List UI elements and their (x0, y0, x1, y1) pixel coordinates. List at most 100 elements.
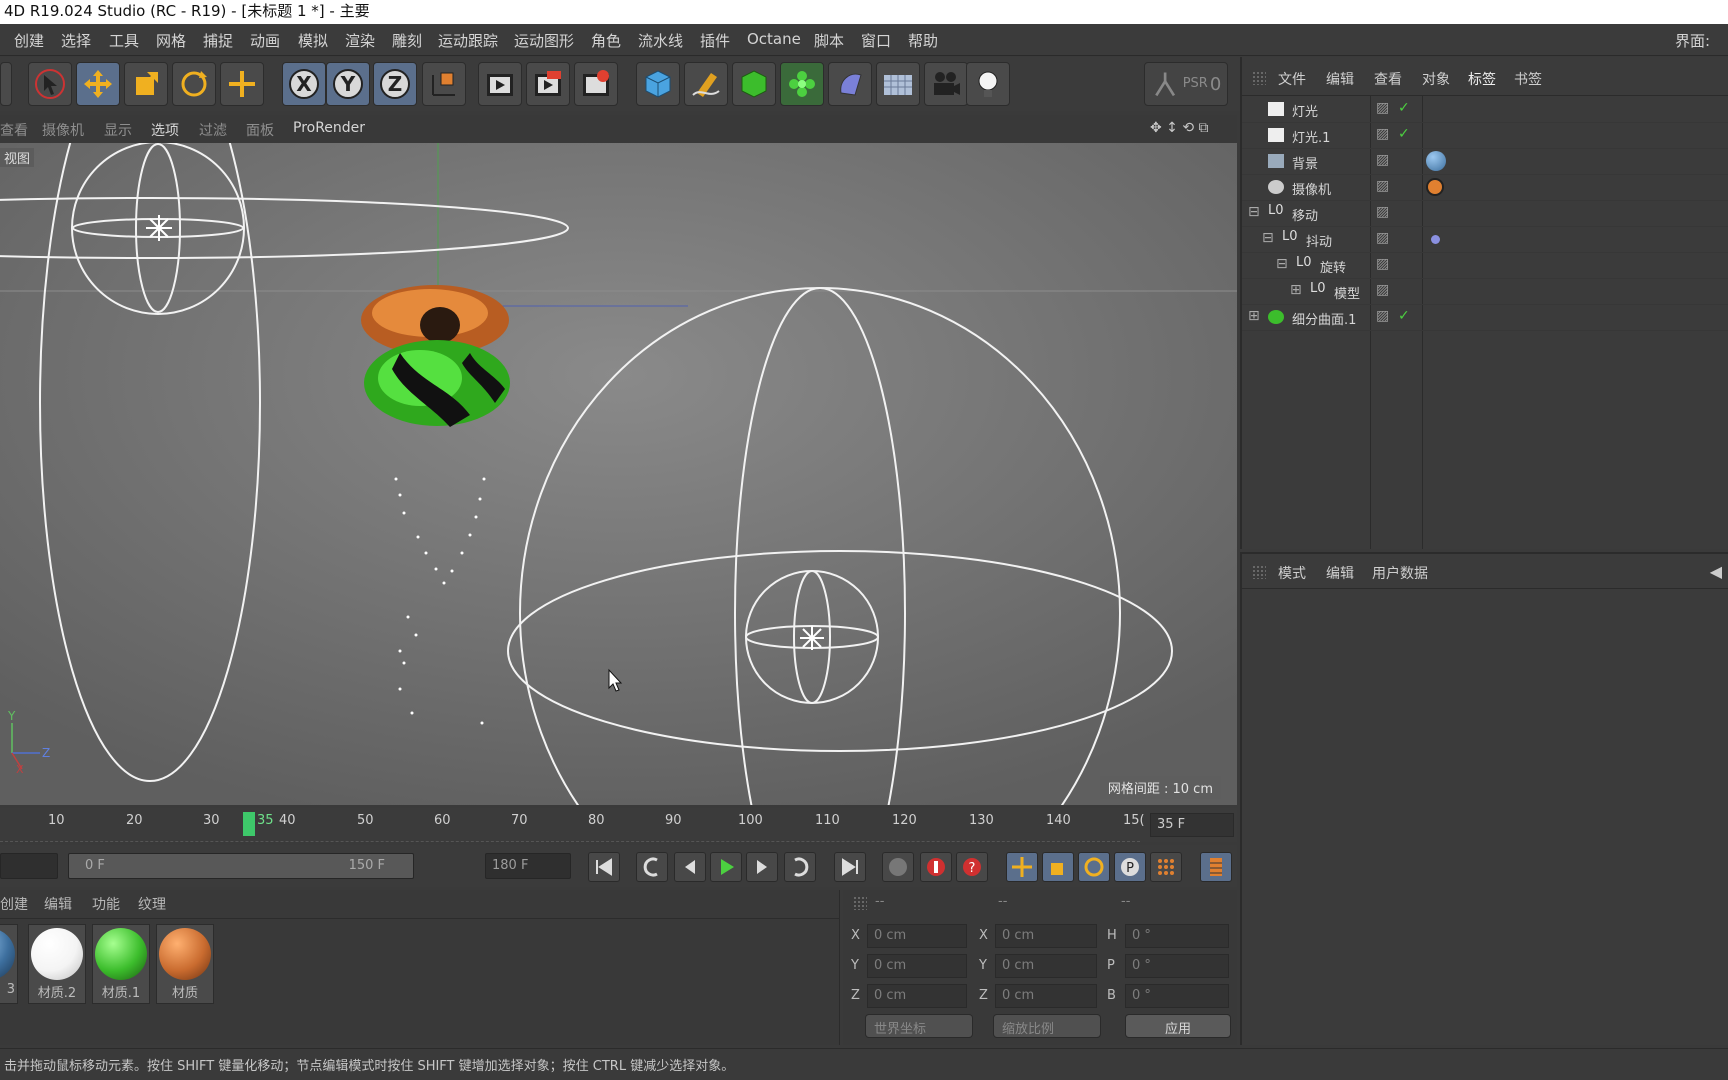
menu-render[interactable]: 渲染 (345, 30, 375, 51)
render-settings-icon[interactable] (574, 62, 618, 106)
light-icon[interactable] (966, 62, 1010, 106)
3d-viewport[interactable]: Y Z X 视图 网格间距 : 10 cm (0, 143, 1237, 805)
menu-script[interactable]: 脚本 (814, 30, 844, 51)
layout-label[interactable]: 界面: (1675, 30, 1710, 51)
expand-icon[interactable]: ⊞ (1290, 282, 1302, 298)
viewport-menu-filter[interactable]: 过滤 (199, 120, 227, 140)
material-tag-icon[interactable] (1426, 151, 1446, 171)
protection-tag-icon[interactable] (1426, 178, 1444, 196)
position-y-field[interactable]: 0 cm (867, 954, 967, 978)
previous-frame-button[interactable] (674, 852, 706, 882)
edit-visibility-icon[interactable]: ▨ (1376, 256, 1389, 272)
viewport-menu-prorender[interactable]: ProRender (293, 120, 365, 136)
edit-visibility-icon[interactable]: ▨ (1376, 308, 1389, 324)
go-to-start-button[interactable] (588, 852, 620, 882)
object-row[interactable]: ⊟ L0 移动 ▨ (1242, 201, 1728, 227)
material-swatch[interactable]: 材质 (156, 924, 214, 1004)
enabled-check-icon[interactable]: ✓ (1398, 126, 1410, 142)
menu-animate[interactable]: 动画 (250, 30, 280, 51)
object-tab-objects[interactable]: 对象 (1422, 69, 1450, 89)
edit-visibility-icon[interactable]: ▨ (1376, 126, 1389, 142)
object-row[interactable]: ⊟ L0 旋转 ▨ (1242, 253, 1728, 279)
attribute-tab-user-data[interactable]: 用户数据 (1372, 563, 1428, 583)
go-to-end-button[interactable] (834, 852, 866, 882)
viewport-menu-panel[interactable]: 面板 (246, 120, 274, 140)
object-tab-tags[interactable]: 标签 (1468, 69, 1496, 89)
edit-visibility-icon[interactable]: ▨ (1376, 204, 1389, 220)
object-row[interactable]: 背景 ▨ (1242, 149, 1728, 175)
current-frame-field[interactable]: 35 F (1150, 813, 1234, 837)
render-picture-viewer-icon[interactable] (526, 62, 570, 106)
material-swatch[interactable]: 材质.2 (28, 924, 86, 1004)
attribute-tab-mode[interactable]: 模式 (1278, 563, 1306, 583)
key-position-button[interactable] (1006, 852, 1038, 882)
object-row[interactable]: 灯光 ▨ ✓ (1242, 97, 1728, 123)
collapse-icon[interactable]: ⊟ (1248, 204, 1260, 220)
render-view-icon[interactable] (478, 62, 522, 106)
object-tab-view[interactable]: 查看 (1374, 69, 1402, 89)
material-tab-create[interactable]: 创建 (0, 894, 28, 914)
panel-grip-icon[interactable] (1252, 71, 1266, 85)
menu-sculpt[interactable]: 雕刻 (392, 30, 422, 51)
playhead-marker[interactable] (243, 812, 255, 836)
key-point-level-button[interactable] (1150, 852, 1182, 882)
object-tab-bookmarks[interactable]: 书签 (1514, 69, 1542, 89)
size-y-field[interactable]: 0 cm (995, 954, 1097, 978)
floor-icon[interactable] (876, 62, 920, 106)
rotate-icon[interactable] (172, 62, 216, 106)
timeline-ruler[interactable]: 10 20 30 40 50 60 70 80 90 100 110 120 1… (0, 808, 1237, 842)
keyframe-selection-button[interactable]: ? (956, 852, 988, 882)
edit-visibility-icon[interactable]: ▨ (1376, 100, 1389, 116)
menu-tools[interactable]: 工具 (109, 30, 139, 51)
material-tab-edit[interactable]: 编辑 (44, 894, 72, 914)
world-coordinates-dropdown[interactable]: 世界坐标 (865, 1014, 973, 1038)
play-button[interactable] (710, 852, 742, 882)
material-tab-texture[interactable]: 纹理 (138, 894, 166, 914)
attribute-tab-edit[interactable]: 编辑 (1326, 563, 1354, 583)
menu-plugins[interactable]: 插件 (700, 30, 730, 51)
viewport-menu-display[interactable]: 显示 (104, 120, 132, 140)
menu-create[interactable]: 创建 (14, 30, 44, 51)
viewport-menu-cameras[interactable]: 摄像机 (42, 120, 84, 140)
object-row[interactable]: ⊟ L0 抖动 ▨ (1242, 227, 1728, 253)
panel-grip-icon[interactable] (853, 896, 867, 910)
key-parameter-button[interactable]: P (1114, 852, 1146, 882)
menu-mograph[interactable]: 运动图形 (514, 30, 574, 51)
size-x-field[interactable]: 0 cm (995, 924, 1097, 948)
key-scale-button[interactable] (1042, 852, 1074, 882)
expand-icon[interactable]: ⊞ (1248, 308, 1260, 324)
back-arrow-icon[interactable]: ◀ (1710, 562, 1722, 581)
psr-icon[interactable]: PSR 0 (1144, 62, 1228, 106)
material-tab-function[interactable]: 功能 (92, 894, 120, 914)
size-z-field[interactable]: 0 cm (995, 984, 1097, 1008)
edit-visibility-icon[interactable]: ▨ (1376, 230, 1389, 246)
preview-range-slider[interactable]: 0 F 150 F (68, 853, 414, 879)
timeline-window-button[interactable] (1200, 852, 1232, 882)
z-axis-icon[interactable]: Z (373, 62, 417, 106)
object-row[interactable]: 摄像机 ▨ (1242, 175, 1728, 201)
menu-window[interactable]: 窗口 (861, 30, 891, 51)
edit-visibility-icon[interactable]: ▨ (1376, 178, 1389, 194)
menu-motion-tracking[interactable]: 运动跟踪 (438, 30, 498, 51)
viewport-menu-view[interactable]: 查看 (0, 120, 28, 140)
scale-icon[interactable] (124, 62, 168, 106)
viewport-nav-icons[interactable]: ✥ ↕ ⟲ ⧉ (1150, 120, 1209, 136)
y-axis-icon[interactable]: Y (326, 62, 370, 106)
key-rotation-button[interactable] (1078, 852, 1110, 882)
edit-visibility-icon[interactable]: ▨ (1376, 152, 1389, 168)
panel-grip-icon[interactable] (1252, 565, 1266, 579)
scale-mode-dropdown[interactable]: 缩放比例 (993, 1014, 1101, 1038)
menu-pipeline[interactable]: 流水线 (638, 30, 683, 51)
vibrate-tag-icon[interactable] (1431, 235, 1440, 244)
menu-character[interactable]: 角色 (591, 30, 621, 51)
next-key-button[interactable] (784, 852, 816, 882)
object-row[interactable]: ⊞ 细分曲面.1 ▨ ✓ (1242, 305, 1728, 331)
menu-simulate[interactable]: 模拟 (298, 30, 328, 51)
collapse-icon[interactable]: ⊟ (1262, 230, 1274, 246)
previous-key-button[interactable] (636, 852, 668, 882)
object-row[interactable]: 灯光.1 ▨ ✓ (1242, 123, 1728, 149)
deformer-icon[interactable] (828, 62, 872, 106)
menu-snap[interactable]: 捕捉 (203, 30, 233, 51)
cube-icon[interactable] (636, 62, 680, 106)
autokeying-button[interactable] (920, 852, 952, 882)
